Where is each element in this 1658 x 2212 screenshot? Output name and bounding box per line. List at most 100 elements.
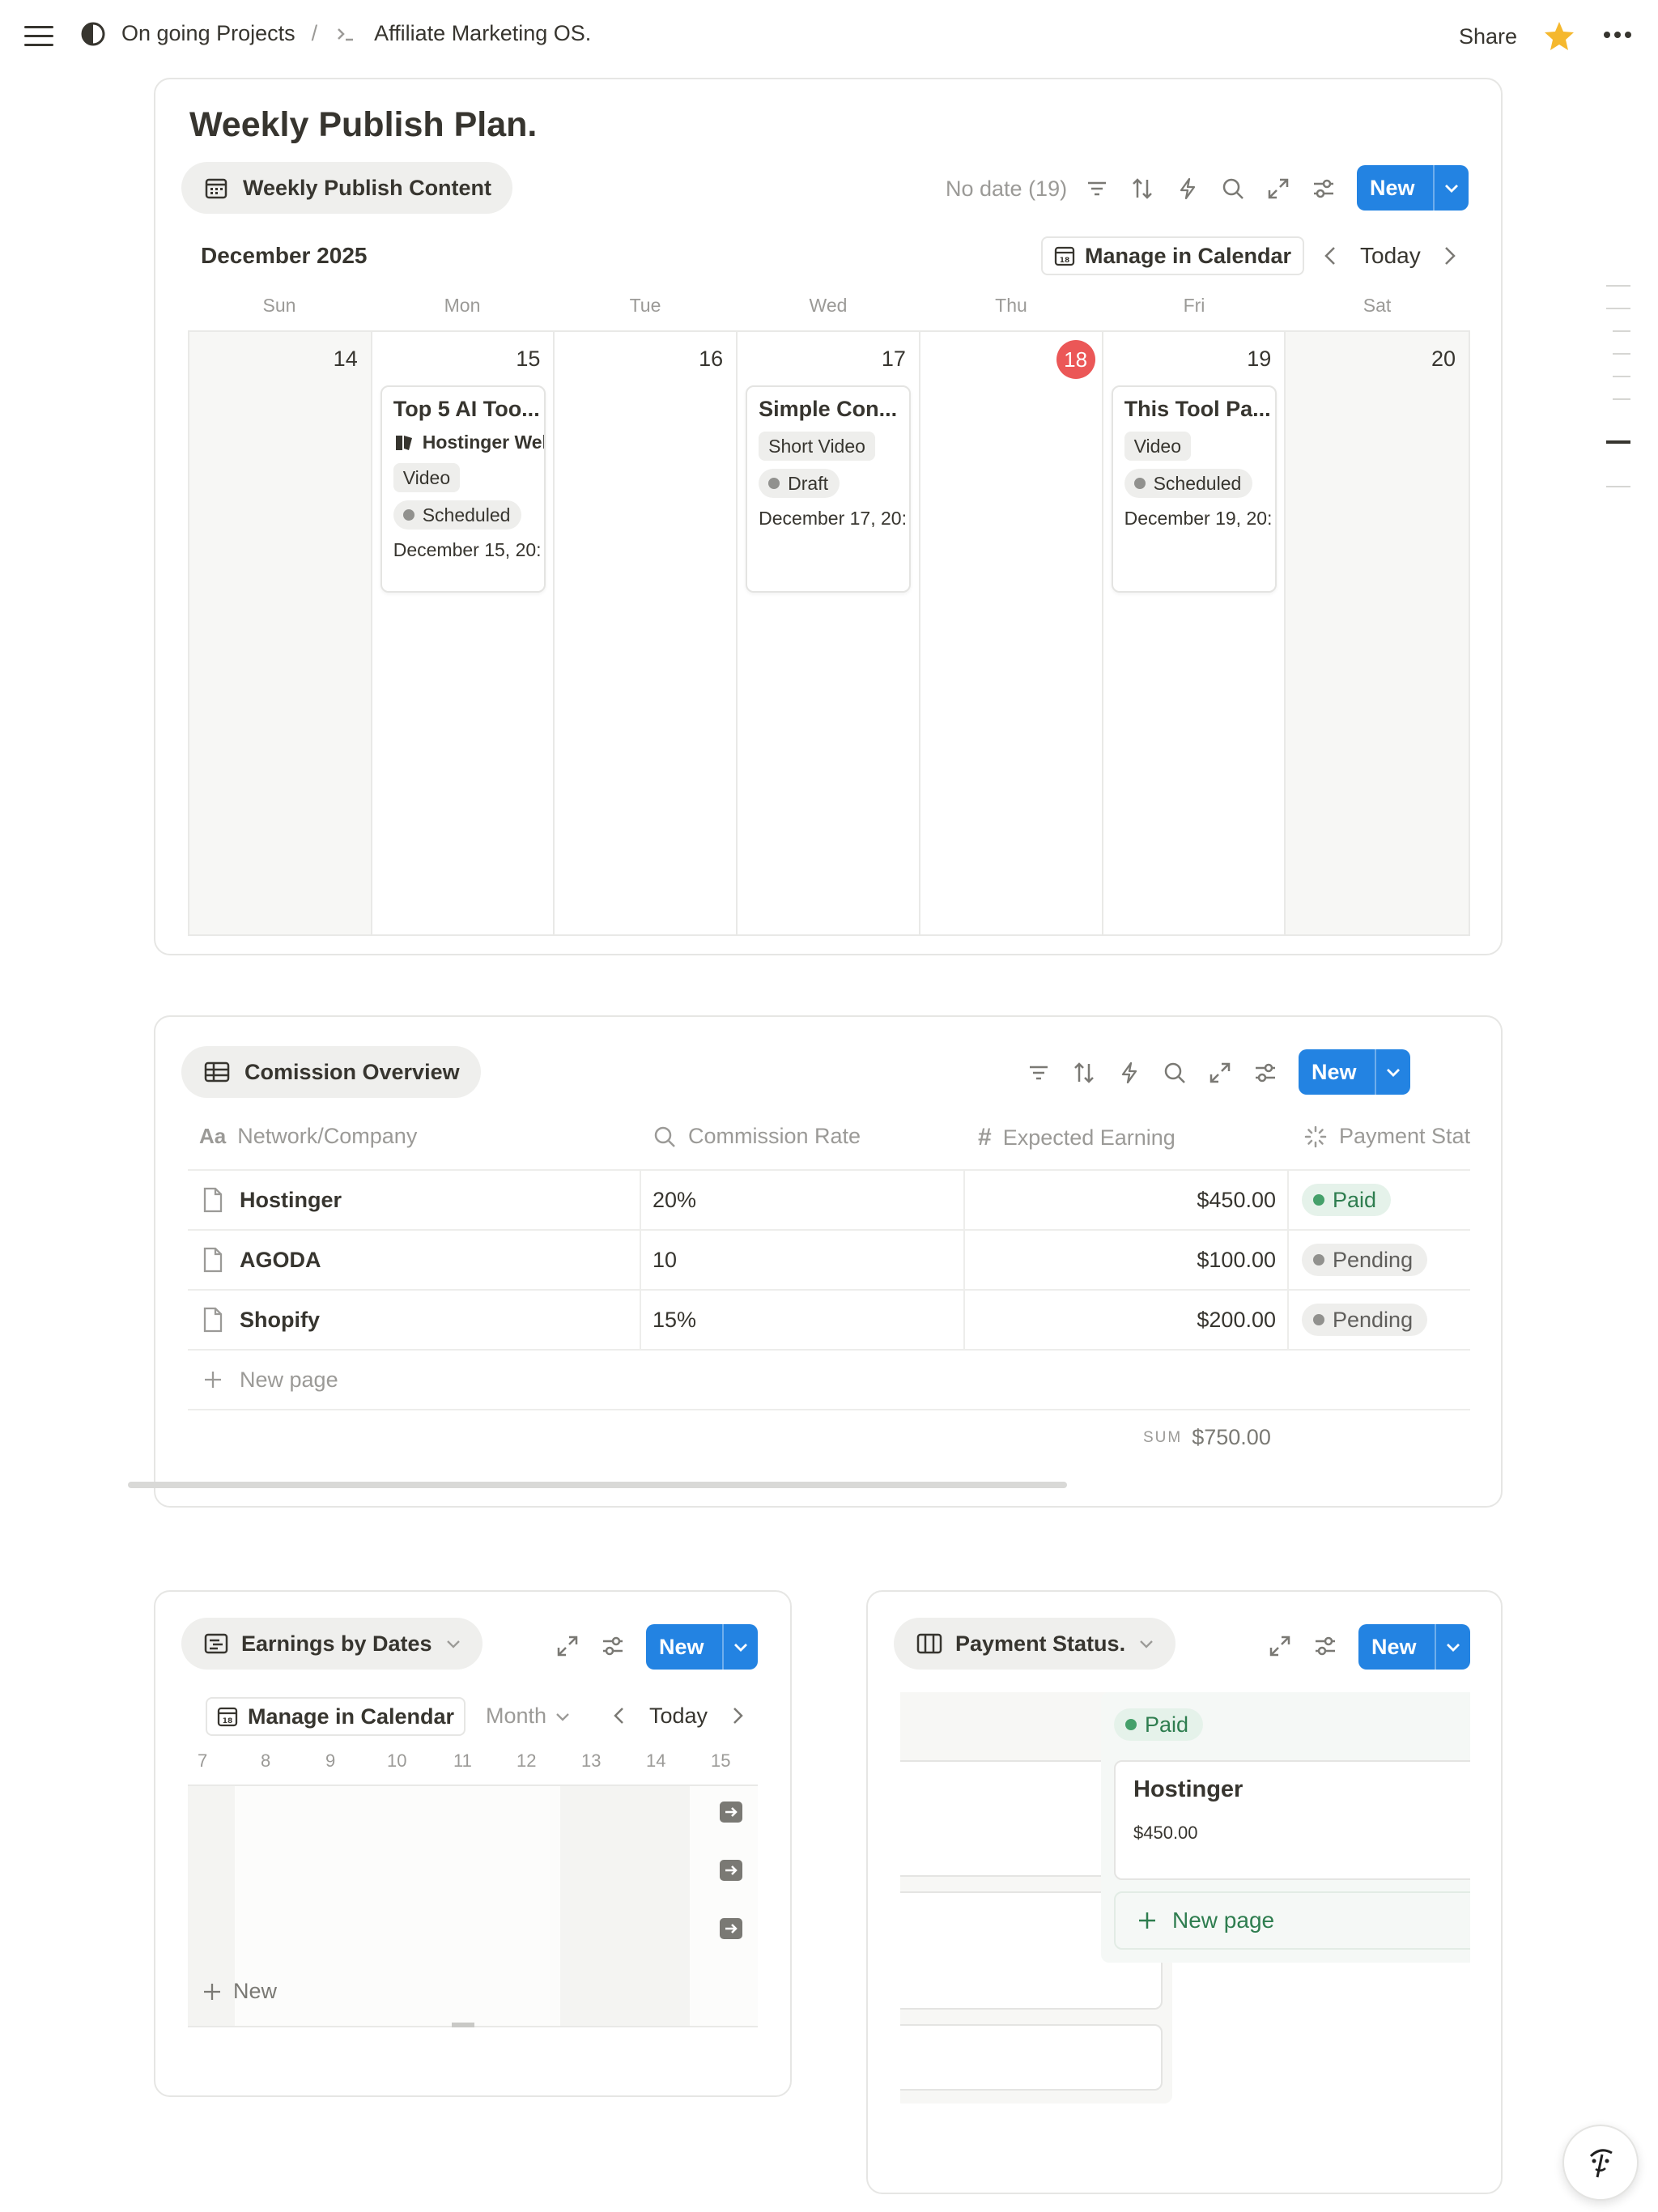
sort-icon[interactable] bbox=[1130, 177, 1154, 201]
group-header[interactable]: Paid bbox=[1114, 1708, 1204, 1741]
search-icon[interactable] bbox=[1163, 1061, 1187, 1085]
table-of-contents[interactable] bbox=[1603, 283, 1632, 494]
star-icon[interactable] bbox=[1543, 19, 1575, 52]
expand-icon[interactable] bbox=[1208, 1061, 1232, 1085]
board-view-tab[interactable]: Payment Status. bbox=[894, 1618, 1176, 1670]
assistant-button[interactable] bbox=[1562, 2125, 1639, 2201]
column-header-payment[interactable]: Payment Stat bbox=[1303, 1124, 1470, 1149]
manage-in-calendar-button[interactable]: 18 Manage in Calendar bbox=[206, 1697, 466, 1736]
plus-icon bbox=[1137, 1910, 1158, 1931]
new-page-button[interactable]: New page bbox=[202, 1351, 338, 1409]
previous-week-icon[interactable] bbox=[1321, 245, 1341, 267]
weekday-thu: Thu bbox=[995, 295, 1027, 316]
automation-icon[interactable] bbox=[1117, 1061, 1141, 1085]
new-button[interactable]: New bbox=[1299, 1049, 1410, 1095]
table-row[interactable]: AGODA 10 $100.00 Pending bbox=[188, 1229, 1470, 1289]
row-name-cell[interactable]: Shopify bbox=[202, 1291, 320, 1349]
today-button[interactable]: Today bbox=[1360, 243, 1421, 269]
event-title: Top 5 AI Too... bbox=[393, 397, 540, 421]
rate-cell[interactable]: 15% bbox=[653, 1291, 696, 1349]
calendar-day-cell[interactable]: 18 bbox=[920, 332, 1103, 934]
chevron-down-icon[interactable] bbox=[1374, 1049, 1410, 1095]
board-card[interactable] bbox=[900, 2024, 1163, 2091]
payment-cell[interactable]: Pending bbox=[1302, 1231, 1428, 1289]
expand-icon[interactable] bbox=[1268, 1634, 1292, 1658]
board-card[interactable]: Hostinger $450.00 bbox=[1114, 1760, 1470, 1880]
day-number: 20 bbox=[1431, 347, 1456, 371]
today-button[interactable]: Today bbox=[649, 1704, 708, 1729]
earning-cell[interactable]: $100.00 bbox=[963, 1231, 1287, 1289]
calendar-day-cell[interactable]: 16 bbox=[555, 332, 738, 934]
timeline-new-button[interactable]: New bbox=[202, 1979, 277, 2004]
event-card[interactable]: This Tool Pa... Video Scheduled December… bbox=[1111, 385, 1277, 593]
new-button[interactable]: New bbox=[646, 1624, 758, 1670]
status-label: Paid bbox=[1145, 1712, 1189, 1737]
next-week-icon[interactable] bbox=[1439, 245, 1459, 267]
earning-cell[interactable]: $450.00 bbox=[963, 1171, 1287, 1229]
row-name-cell[interactable]: Hostinger bbox=[202, 1171, 342, 1229]
earning-cell[interactable]: $200.00 bbox=[963, 1291, 1287, 1349]
filter-icon[interactable] bbox=[1027, 1061, 1051, 1085]
previous-icon[interactable] bbox=[610, 1705, 628, 1726]
table-view-tab[interactable]: Comission Overview bbox=[181, 1046, 481, 1098]
timeline-scroll-handle[interactable] bbox=[452, 2023, 474, 2027]
column-header-network[interactable]: Aa Network/Company bbox=[199, 1124, 417, 1149]
status-label: Scheduled bbox=[1153, 472, 1242, 494]
arrow-right-icon[interactable] bbox=[719, 1917, 743, 1940]
board-group-paid: Paid Hostinger $450.00 New page bbox=[1101, 1692, 1470, 1963]
board-new-page-button[interactable]: New page bbox=[1114, 1891, 1470, 1950]
chevron-down-icon[interactable] bbox=[721, 1624, 758, 1670]
calendar-day-cell[interactable]: 19 This Tool Pa... Video Scheduled Decem… bbox=[1103, 332, 1286, 934]
event-card[interactable]: Top 5 AI Too... Hostinger Wel Video Sche… bbox=[380, 385, 546, 593]
settings-icon[interactable] bbox=[601, 1634, 625, 1658]
new-button[interactable]: New bbox=[1357, 165, 1469, 211]
row-name-cell[interactable]: AGODA bbox=[202, 1231, 321, 1289]
sort-icon[interactable] bbox=[1072, 1061, 1096, 1085]
weekday-wed: Wed bbox=[809, 295, 848, 316]
day-number: 14 bbox=[333, 347, 358, 371]
calendar-day-cell[interactable]: 15 Top 5 AI Too... Hostinger Wel Video S… bbox=[372, 332, 555, 934]
new-page-row[interactable]: New page bbox=[188, 1349, 1470, 1410]
rate-cell[interactable]: 20% bbox=[653, 1171, 696, 1229]
chevron-down-icon[interactable] bbox=[1432, 165, 1469, 211]
timeline-scale-dropdown[interactable]: Month bbox=[486, 1704, 571, 1729]
settings-icon[interactable] bbox=[1253, 1061, 1278, 1085]
payment-cell[interactable]: Paid bbox=[1302, 1171, 1392, 1229]
filter-icon[interactable] bbox=[1085, 177, 1109, 201]
horizontal-scrollbar[interactable] bbox=[128, 1482, 1067, 1488]
arrow-right-icon[interactable] bbox=[719, 1859, 743, 1882]
expand-icon[interactable] bbox=[555, 1634, 580, 1658]
chevron-down-icon[interactable] bbox=[1434, 1624, 1470, 1670]
timeline-view-tab[interactable]: Earnings by Dates bbox=[181, 1618, 483, 1670]
sum-calculation[interactable]: SUM $750.00 bbox=[1143, 1425, 1271, 1450]
calendar-day-cell[interactable]: 14 bbox=[189, 332, 372, 934]
breadcrumb-workspace[interactable]: On going Projects bbox=[121, 21, 295, 46]
more-options-icon[interactable] bbox=[1603, 31, 1632, 39]
breadcrumb-page[interactable]: Affiliate Marketing OS. bbox=[374, 21, 591, 46]
payment-cell[interactable]: Pending bbox=[1302, 1291, 1428, 1349]
calendar-view-tab[interactable]: Weekly Publish Content bbox=[181, 162, 513, 214]
event-relation[interactable]: Hostinger Wel bbox=[393, 432, 544, 453]
next-icon[interactable] bbox=[729, 1705, 746, 1726]
automation-icon[interactable] bbox=[1175, 177, 1200, 201]
event-card[interactable]: Simple Con... Short Video Draft December… bbox=[746, 385, 912, 593]
calendar-day-cell[interactable]: 17 Simple Con... Short Video Draft Decem… bbox=[738, 332, 920, 934]
table-row[interactable]: Hostinger 20% $450.00 Paid bbox=[188, 1169, 1470, 1229]
search-icon[interactable] bbox=[1221, 177, 1245, 201]
page-icon bbox=[202, 1247, 223, 1273]
arrow-right-icon[interactable] bbox=[719, 1801, 743, 1823]
rate-cell[interactable]: 10 bbox=[653, 1231, 677, 1289]
column-header-rate[interactable]: Commission Rate bbox=[653, 1124, 861, 1149]
calendar-day-cell[interactable]: 20 bbox=[1286, 332, 1469, 934]
table-row[interactable]: Shopify 15% $200.00 Pending bbox=[188, 1289, 1470, 1349]
column-header-earning[interactable]: # Expected Earning bbox=[978, 1124, 1175, 1151]
board-icon bbox=[916, 1632, 942, 1655]
expand-icon[interactable] bbox=[1266, 177, 1290, 201]
sidebar-toggle-icon[interactable] bbox=[24, 24, 53, 49]
settings-icon[interactable] bbox=[1313, 1634, 1337, 1658]
new-button[interactable]: New bbox=[1358, 1624, 1470, 1670]
share-button[interactable]: Share bbox=[1459, 24, 1517, 49]
no-date-button[interactable]: No date (19) bbox=[946, 177, 1067, 202]
settings-icon[interactable] bbox=[1312, 177, 1336, 201]
manage-in-calendar-button[interactable]: 18 Manage in Calendar bbox=[1041, 236, 1305, 275]
